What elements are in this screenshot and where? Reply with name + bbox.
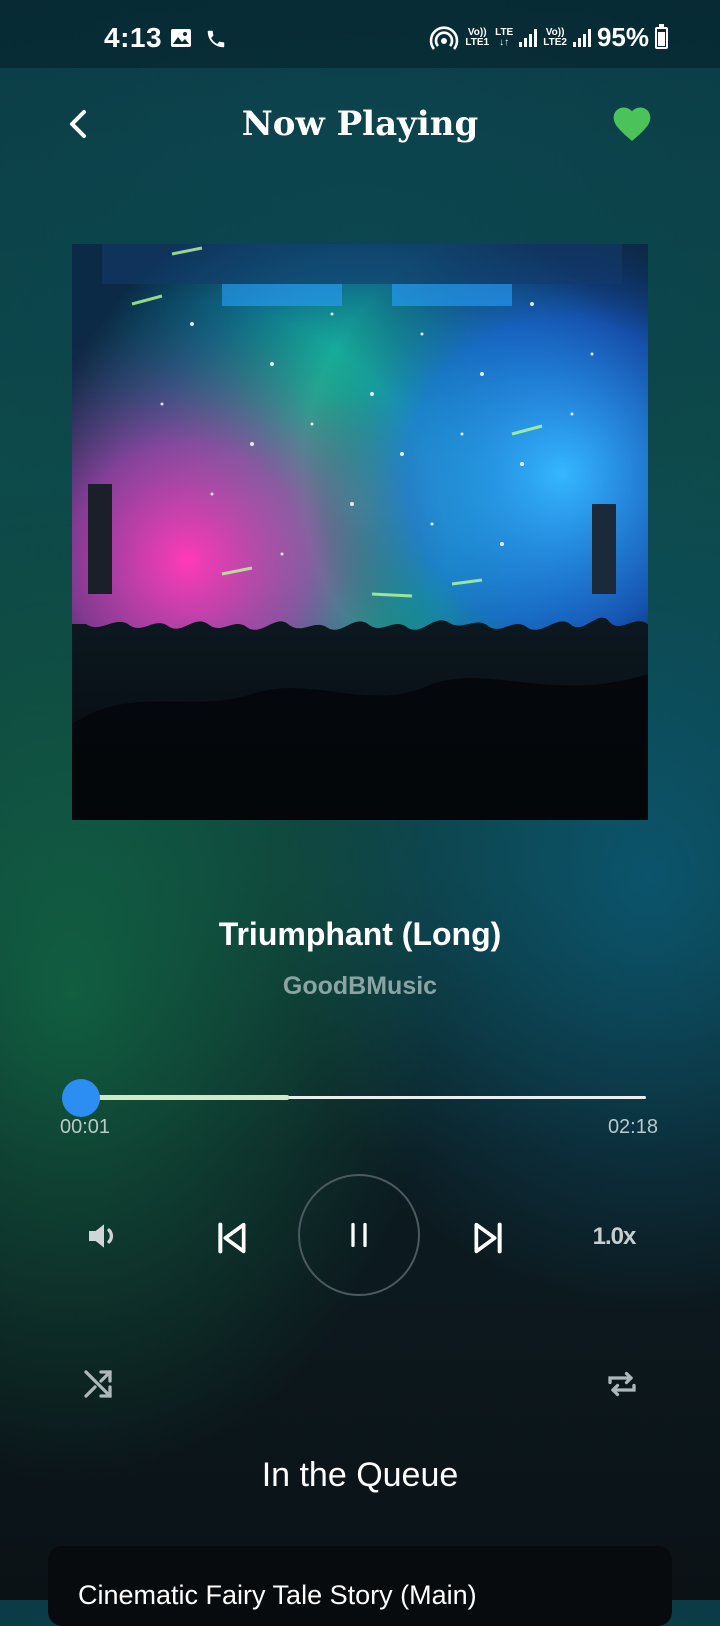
- album-artwork: [72, 244, 648, 820]
- volume-icon[interactable]: [84, 1216, 124, 1256]
- progress-thumb[interactable]: [62, 1079, 100, 1117]
- status-bar: 4:13 Vo)) LTE1 LTE ↓↑ Vo)) LTE2 95%: [0, 0, 720, 68]
- track-artist: GoodBMusic: [282, 972, 438, 1000]
- battery-percent: 95%: [596, 22, 649, 52]
- track-title: Triumphant (Long): [218, 916, 502, 952]
- playback-speed-button[interactable]: 1.0x: [586, 1220, 642, 1254]
- total-duration: 02:18: [607, 1116, 658, 1138]
- lte1-indicator: Vo)) LTE1: [465, 26, 490, 48]
- battery-icon: [655, 23, 668, 49]
- signal-icon: [519, 28, 538, 47]
- lte-data-indicator: LTE ↓↑: [495, 26, 514, 48]
- pause-button[interactable]: [298, 1174, 420, 1296]
- shuffle-icon[interactable]: [80, 1366, 116, 1402]
- hotspot-icon: [430, 25, 459, 50]
- heart-icon[interactable]: [610, 102, 654, 146]
- skip-previous-icon[interactable]: [212, 1218, 252, 1258]
- phone-call-icon: [207, 30, 225, 48]
- repeat-icon[interactable]: [604, 1366, 640, 1402]
- status-time: 4:13: [104, 22, 163, 53]
- pause-icon: [351, 1222, 367, 1248]
- skip-next-icon[interactable]: [468, 1218, 508, 1258]
- signal-icon: [572, 28, 591, 47]
- queue-heading: In the Queue: [261, 1456, 459, 1494]
- progress-bar[interactable]: [80, 1095, 646, 1100]
- queue-item[interactable]: Cinematic Fairy Tale Story (Main): [48, 1546, 672, 1626]
- lte2-indicator: Vo)) LTE2: [543, 26, 567, 48]
- progress-buffered: [80, 1095, 290, 1100]
- elapsed-time: 00:01: [60, 1116, 111, 1138]
- gallery-icon: [171, 29, 191, 47]
- queue-item-title: Cinematic Fairy Tale Story (Main): [78, 1580, 477, 1610]
